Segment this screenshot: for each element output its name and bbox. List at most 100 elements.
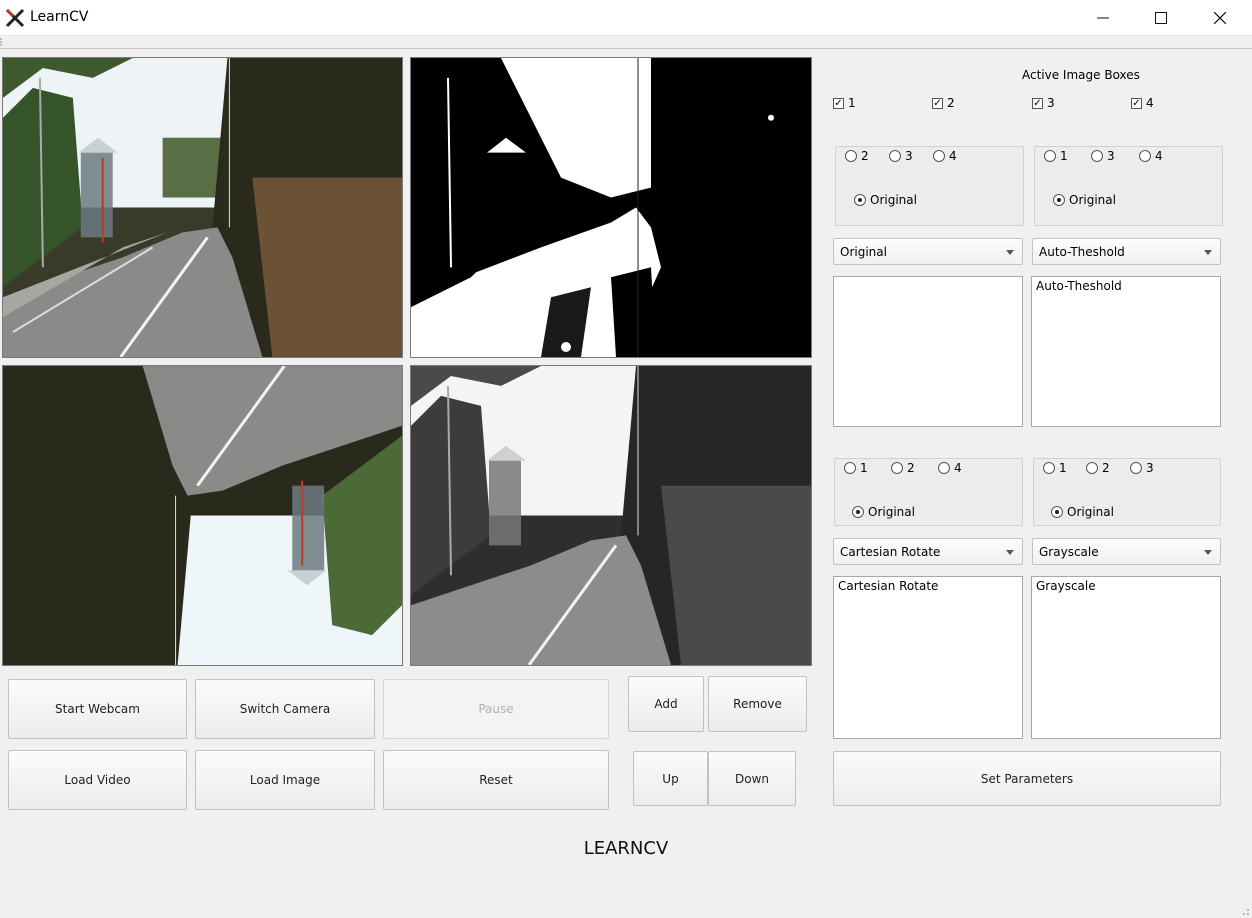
active-box-checkbox-3[interactable]: ✓ 3 xyxy=(1032,96,1055,110)
brand-label: LEARNCV xyxy=(583,838,669,859)
select-value: Cartesian Rotate xyxy=(840,544,941,559)
image-box-3 xyxy=(2,365,403,666)
checkbox-check-icon: ✓ xyxy=(833,97,844,109)
checkbox-check-icon: ✓ xyxy=(932,97,943,109)
radio-label: 1 xyxy=(1059,461,1067,475)
panel-2-radio-a[interactable]: 1 xyxy=(1044,149,1068,163)
maximize-icon xyxy=(1155,12,1167,24)
image-box-1 xyxy=(2,57,403,358)
radio-label: 4 xyxy=(1155,149,1163,163)
checkbox-check-icon: ✓ xyxy=(1131,97,1142,109)
separator xyxy=(0,48,1252,49)
panel-3-radio-original[interactable]: Original xyxy=(852,505,915,519)
panel-2-radio-c[interactable]: 4 xyxy=(1139,149,1163,163)
radio-icon xyxy=(1086,462,1098,474)
radio-label: 3 xyxy=(905,149,913,163)
load-video-button[interactable]: Load Video xyxy=(8,750,187,810)
image-box-4 xyxy=(410,365,812,666)
radio-label: 4 xyxy=(949,149,957,163)
resize-grip-icon[interactable] xyxy=(1240,906,1250,916)
radio-label: 2 xyxy=(907,461,915,475)
close-button[interactable] xyxy=(1192,0,1248,36)
close-icon xyxy=(1214,12,1226,24)
panel-4-radio-c[interactable]: 3 xyxy=(1130,461,1154,475)
dropdown-arrow-icon xyxy=(1006,250,1014,255)
add-button[interactable]: Add xyxy=(628,676,704,732)
radio-icon xyxy=(933,150,945,162)
maximize-button[interactable] xyxy=(1133,0,1189,36)
checkbox-label: 2 xyxy=(947,96,955,110)
radio-label: 3 xyxy=(1107,149,1115,163)
radio-label: 2 xyxy=(861,149,869,163)
dropdown-arrow-icon xyxy=(1204,250,1212,255)
minimize-icon xyxy=(1097,17,1109,19)
radio-label: 4 xyxy=(954,461,962,475)
radio-icon xyxy=(891,462,903,474)
panel-2-params-textarea[interactable]: Auto-Theshold xyxy=(1031,276,1221,427)
checkbox-label: 4 xyxy=(1146,96,1154,110)
panel-3-radio-b[interactable]: 2 xyxy=(891,461,915,475)
learncv-x-logo xyxy=(5,8,25,28)
panel-1-radio-b[interactable]: 3 xyxy=(889,149,913,163)
active-box-checkbox-1[interactable]: ✓ 1 xyxy=(833,96,856,110)
start-webcam-button[interactable]: Start Webcam xyxy=(8,679,187,739)
checkbox-label: 3 xyxy=(1047,96,1055,110)
panel-4-radio-original[interactable]: Original xyxy=(1051,505,1114,519)
checkbox-label: 1 xyxy=(848,96,856,110)
pause-button[interactable]: Pause xyxy=(383,679,609,739)
panel-2-filter-select[interactable]: Auto-Theshold xyxy=(1032,238,1221,265)
radio-icon xyxy=(845,150,857,162)
radio-label: Original xyxy=(1067,505,1114,519)
panel-1-radio-c[interactable]: 4 xyxy=(933,149,957,163)
radio-label: 3 xyxy=(1146,461,1154,475)
panel-4-radio-b[interactable]: 2 xyxy=(1086,461,1110,475)
radio-selected-icon xyxy=(854,194,866,206)
panel-1-params-textarea[interactable] xyxy=(833,276,1023,427)
load-image-button[interactable]: Load Image xyxy=(195,750,375,810)
radio-selected-icon xyxy=(1053,194,1065,206)
reset-button[interactable]: Reset xyxy=(383,750,609,810)
radio-label: Original xyxy=(1069,193,1116,207)
select-value: Grayscale xyxy=(1039,544,1099,559)
panel-2-radio-original[interactable]: Original xyxy=(1053,193,1116,207)
select-value: Original xyxy=(840,244,887,259)
toolbar-grip xyxy=(0,38,4,46)
select-value: Auto-Theshold xyxy=(1039,244,1125,259)
panel-3-filter-select[interactable]: Cartesian Rotate xyxy=(833,538,1023,565)
down-button[interactable]: Down xyxy=(708,751,796,806)
active-box-checkbox-2[interactable]: ✓ 2 xyxy=(932,96,955,110)
set-parameters-button[interactable]: Set Parameters xyxy=(833,751,1221,806)
radio-icon xyxy=(1091,150,1103,162)
switch-camera-button[interactable]: Switch Camera xyxy=(195,679,375,739)
remove-button[interactable]: Remove xyxy=(708,676,807,732)
image-box-2 xyxy=(410,57,812,358)
panel-4-filter-select[interactable]: Grayscale xyxy=(1032,538,1221,565)
panel-1-radio-a[interactable]: 2 xyxy=(845,149,869,163)
radio-icon xyxy=(1044,150,1056,162)
radio-label: Original xyxy=(870,193,917,207)
panel-4-params-textarea[interactable]: Grayscale xyxy=(1031,576,1221,739)
minimize-button[interactable] xyxy=(1075,0,1131,36)
panel-2-radio-b[interactable]: 3 xyxy=(1091,149,1115,163)
panel-3-radio-c[interactable]: 4 xyxy=(938,461,962,475)
radio-label: Original xyxy=(868,505,915,519)
panel-3-radio-a[interactable]: 1 xyxy=(844,461,868,475)
panel-1-filter-select[interactable]: Original xyxy=(833,238,1023,265)
radio-label: 1 xyxy=(860,461,868,475)
up-button[interactable]: Up xyxy=(633,751,708,806)
radio-label: 2 xyxy=(1102,461,1110,475)
rotated-road-image xyxy=(3,366,402,665)
radio-icon xyxy=(1043,462,1055,474)
checkbox-check-icon: ✓ xyxy=(1032,97,1043,109)
panel-4-radio-a[interactable]: 1 xyxy=(1043,461,1067,475)
dropdown-arrow-icon xyxy=(1006,550,1014,555)
radio-selected-icon xyxy=(852,506,864,518)
dropdown-arrow-icon xyxy=(1204,550,1212,555)
radio-icon xyxy=(1130,462,1142,474)
title-bar: LearnCV xyxy=(0,0,1252,36)
panel-1-radio-original[interactable]: Original xyxy=(854,193,917,207)
radio-icon xyxy=(844,462,856,474)
active-box-checkbox-4[interactable]: ✓ 4 xyxy=(1131,96,1154,110)
panel-3-params-textarea[interactable]: Cartesian Rotate xyxy=(833,576,1023,739)
original-road-image xyxy=(3,58,402,357)
